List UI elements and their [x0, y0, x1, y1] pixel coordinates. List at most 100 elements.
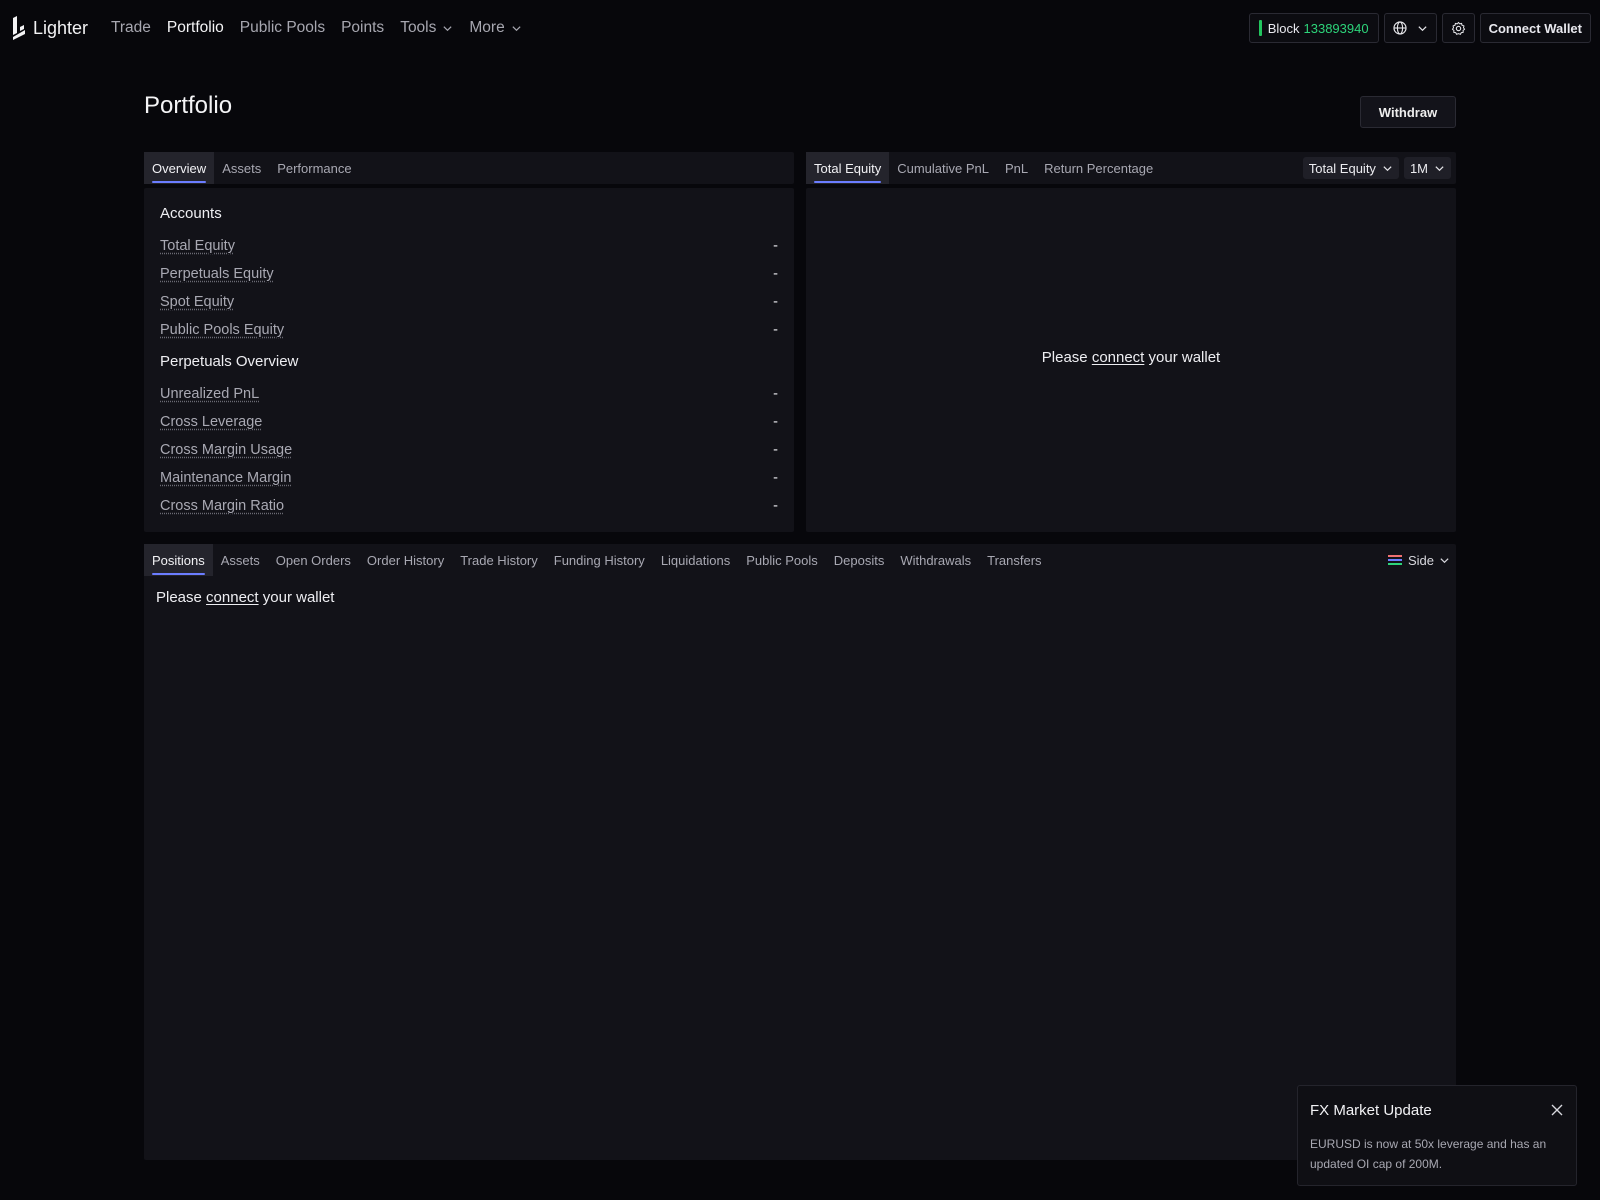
side-filter[interactable]: Side	[1387, 553, 1456, 568]
toast-body: EURUSD is now at 50x leverage and has an…	[1310, 1137, 1547, 1171]
chevron-down-icon	[1440, 557, 1449, 563]
gear-icon	[1451, 21, 1465, 35]
maintenance-margin-label[interactable]: Maintenance Margin	[160, 470, 291, 486]
accounts-heading: Accounts	[160, 205, 222, 222]
public-pools-equity-value: -	[773, 322, 778, 338]
perp-row-cross-margin-ratio: Cross Margin Ratio -	[160, 496, 778, 516]
chevron-down-icon	[512, 25, 521, 31]
positions-panel: Positions Assets Open Orders Order Histo…	[144, 544, 1456, 1160]
connect-link[interactable]: connect	[206, 589, 259, 606]
page-title: Portfolio	[144, 92, 233, 119]
tab-trade-history[interactable]: Trade History	[452, 544, 546, 576]
tab-total-equity[interactable]: Total Equity	[806, 152, 890, 184]
connect-wallet-button[interactable]: Connect Wallet	[1479, 13, 1591, 43]
tab-assets[interactable]: Assets	[213, 544, 268, 576]
nav-points[interactable]: Points	[341, 19, 384, 37]
message-prefix: Please	[156, 589, 202, 606]
nav-more-label: More	[469, 19, 505, 36]
unrealized-pnl-label[interactable]: Unrealized PnL	[160, 386, 259, 402]
account-row-public-pools-equity: Public Pools Equity -	[160, 320, 778, 340]
tab-liquidations[interactable]: Liquidations	[653, 544, 738, 576]
cross-margin-ratio-label[interactable]: Cross Margin Ratio	[160, 498, 284, 514]
overview-tabbar: Overview Assets Performance	[144, 152, 794, 184]
tab-order-history[interactable]: Order History	[359, 544, 452, 576]
block-number: 133893940	[1303, 20, 1369, 36]
language-selector[interactable]	[1383, 13, 1437, 43]
perp-row-cross-margin-usage: Cross Margin Usage -	[160, 440, 778, 460]
perp-row-unrealized-pnl: Unrealized PnL -	[160, 384, 778, 404]
account-row-total-equity: Total Equity -	[160, 236, 778, 256]
nav-public-pools[interactable]: Public Pools	[240, 19, 325, 37]
block-indicator[interactable]: Block 133893940	[1248, 13, 1379, 43]
cross-leverage-value: -	[773, 414, 778, 430]
nav-portfolio[interactable]: Portfolio	[167, 19, 224, 37]
range-select[interactable]: 1M	[1403, 157, 1451, 179]
nav-tools[interactable]: Tools	[400, 19, 453, 37]
chevron-down-icon	[1417, 25, 1427, 31]
positions-connect-message: Please connect your wallet	[156, 589, 334, 606]
tab-overview[interactable]: Overview	[144, 152, 215, 184]
tab-return-percentage[interactable]: Return Percentage	[1036, 152, 1161, 184]
nav-trade[interactable]: Trade	[111, 19, 151, 37]
unrealized-pnl-value: -	[773, 386, 778, 402]
connect-link[interactable]: connect	[1092, 349, 1145, 366]
perp-row-cross-leverage: Cross Leverage -	[160, 412, 778, 432]
cross-margin-ratio-value: -	[773, 498, 778, 514]
chevron-down-icon	[1383, 165, 1392, 171]
connect-wallet-message: Please connect your wallet	[1042, 349, 1220, 366]
tab-public-pools[interactable]: Public Pools	[738, 544, 826, 576]
chart-selectors: Total Equity 1M	[1302, 157, 1456, 179]
perpetuals-equity-label[interactable]: Perpetuals Equity	[160, 266, 274, 282]
globe-icon	[1392, 21, 1407, 35]
account-row-perpetuals-equity: Perpetuals Equity -	[160, 264, 778, 284]
close-icon[interactable]	[1550, 1103, 1564, 1117]
top-navigation-bar: Lighter Trade Portfolio Public Pools Poi…	[0, 0, 1600, 56]
settings-button[interactable]	[1441, 13, 1475, 43]
positions-tabbar: Positions Assets Open Orders Order Histo…	[144, 544, 1456, 576]
withdraw-button[interactable]: Withdraw	[1360, 96, 1456, 128]
spot-equity-value: -	[773, 294, 778, 310]
spot-equity-label[interactable]: Spot Equity	[160, 294, 234, 310]
overview-panel: Accounts Total Equity - Perpetuals Equit…	[144, 188, 794, 532]
tab-cumulative-pnl[interactable]: Cumulative PnL	[889, 152, 997, 184]
cross-margin-usage-value: -	[773, 442, 778, 458]
lighter-logo[interactable]: Lighter	[11, 16, 88, 40]
tab-withdrawals[interactable]: Withdrawals	[892, 544, 979, 576]
cross-leverage-label[interactable]: Cross Leverage	[160, 414, 262, 430]
total-equity-value: -	[773, 238, 778, 254]
tab-open-orders[interactable]: Open Orders	[268, 544, 359, 576]
tab-positions[interactable]: Positions	[144, 544, 213, 576]
maintenance-margin-value: -	[773, 470, 778, 486]
cross-margin-usage-label[interactable]: Cross Margin Usage	[160, 442, 292, 458]
header-controls: Block 133893940 Connect Wallet	[1248, 13, 1591, 43]
chart-tabbar: Total Equity Cumulative PnL PnL Return P…	[806, 152, 1456, 184]
range-select-value: 1M	[1409, 160, 1428, 176]
message-prefix: Please	[1041, 348, 1088, 366]
message-suffix: your wallet	[1148, 348, 1221, 366]
tab-pnl[interactable]: PnL	[997, 152, 1036, 184]
chevron-down-icon	[443, 25, 452, 31]
public-pools-equity-label[interactable]: Public Pools Equity	[160, 322, 284, 338]
notification-toast: FX Market Update EURUSD is now at 50x le…	[1297, 1085, 1577, 1186]
chevron-down-icon	[1435, 165, 1444, 171]
message-suffix: your wallet	[262, 589, 335, 606]
tab-deposits[interactable]: Deposits	[826, 544, 893, 576]
tab-funding-history[interactable]: Funding History	[546, 544, 653, 576]
main-nav: Trade Portfolio Public Pools Points Tool…	[111, 0, 522, 56]
chart-panel: Please connect your wallet	[806, 188, 1456, 532]
metric-select[interactable]: Total Equity	[1302, 157, 1399, 179]
nav-more[interactable]: More	[469, 19, 521, 37]
tab-transfers[interactable]: Transfers	[979, 544, 1049, 576]
tab-performance[interactable]: Performance	[269, 152, 359, 184]
block-status-bar	[1258, 20, 1262, 36]
side-filter-label: Side	[1407, 552, 1434, 568]
perp-row-maintenance-margin: Maintenance Margin -	[160, 468, 778, 488]
perpetuals-overview-heading: Perpetuals Overview	[160, 353, 299, 370]
tab-assets[interactable]: Assets	[214, 152, 269, 184]
metric-select-value: Total Equity	[1308, 160, 1376, 176]
block-label: Block	[1267, 20, 1300, 36]
total-equity-label[interactable]: Total Equity	[160, 238, 235, 254]
perpetuals-equity-value: -	[773, 266, 778, 282]
toast-title: FX Market Update	[1310, 1102, 1432, 1119]
nav-tools-label: Tools	[400, 19, 437, 36]
